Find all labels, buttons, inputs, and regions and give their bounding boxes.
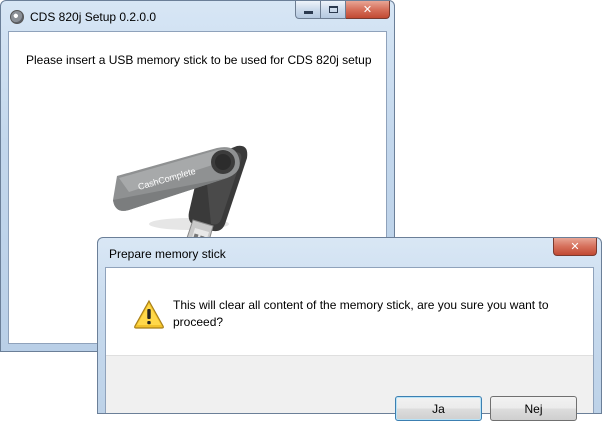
minimize-button[interactable] [295,1,321,19]
app-icon [10,10,24,24]
dialog-close-button[interactable]: ✕ [553,238,597,256]
dialog-content: This will clear all content of the memor… [105,267,594,421]
warning-icon [134,299,164,329]
close-button[interactable]: ✕ [346,1,390,19]
caption-buttons: ✕ [295,1,390,20]
dialog-footer: Ja Nej [106,355,593,421]
window-title: CDS 820j Setup 0.2.0.0 [30,10,157,24]
close-icon: ✕ [362,4,373,16]
maximize-icon [328,6,338,13]
confirm-dialog: Prepare memory stick ✕ This will clear a… [97,237,602,421]
minimize-icon [303,11,313,14]
dialog-title: Prepare memory stick [109,247,226,261]
setup-titlebar[interactable]: CDS 820j Setup 0.2.0.0 ✕ [1,1,394,30]
instruction-text: Please insert a USB memory stick to be u… [26,53,372,67]
no-button[interactable]: Nej [490,396,577,421]
maximize-button[interactable] [321,1,346,19]
usb-stick-image: CashComplete [113,145,248,244]
dialog-body: This will clear all content of the memor… [106,268,593,355]
yes-button[interactable]: Ja [395,396,482,421]
dialog-message: This will clear all content of the memor… [173,298,549,329]
close-icon: ✕ [570,241,580,253]
